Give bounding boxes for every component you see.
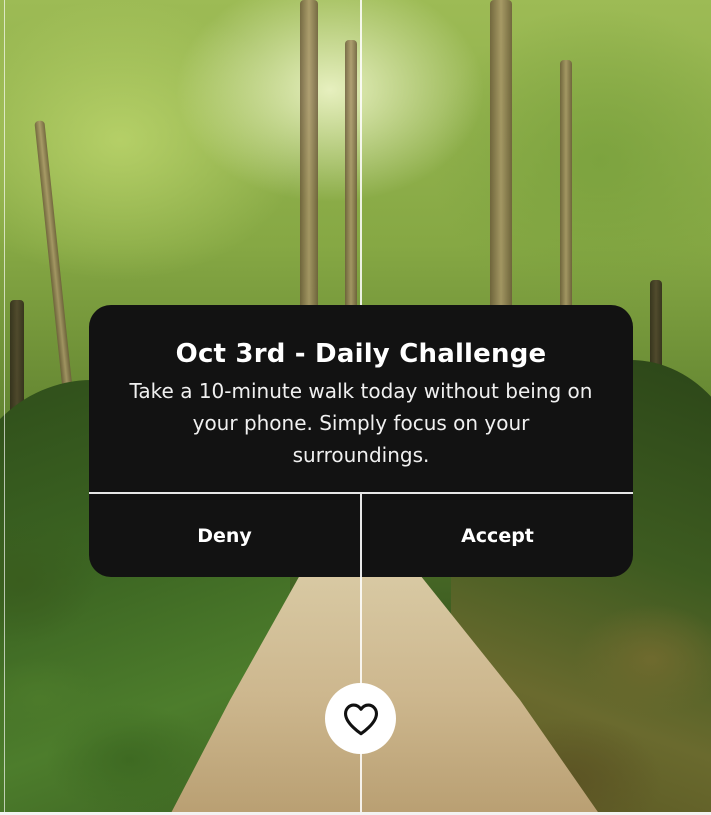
dialog-title: Oct 3rd - Daily Challenge: [175, 339, 547, 369]
frame-edge: [4, 0, 5, 815]
daily-challenge-dialog: Oct 3rd - Daily Challenge Take a 10-minu…: [89, 305, 633, 577]
dialog-message: Take a 10-minute walk today without bein…: [129, 379, 593, 467]
deny-button[interactable]: Deny: [89, 494, 360, 577]
heart-icon: [343, 703, 378, 735]
accept-button[interactable]: Accept: [362, 494, 633, 577]
like-button[interactable]: [325, 683, 396, 754]
